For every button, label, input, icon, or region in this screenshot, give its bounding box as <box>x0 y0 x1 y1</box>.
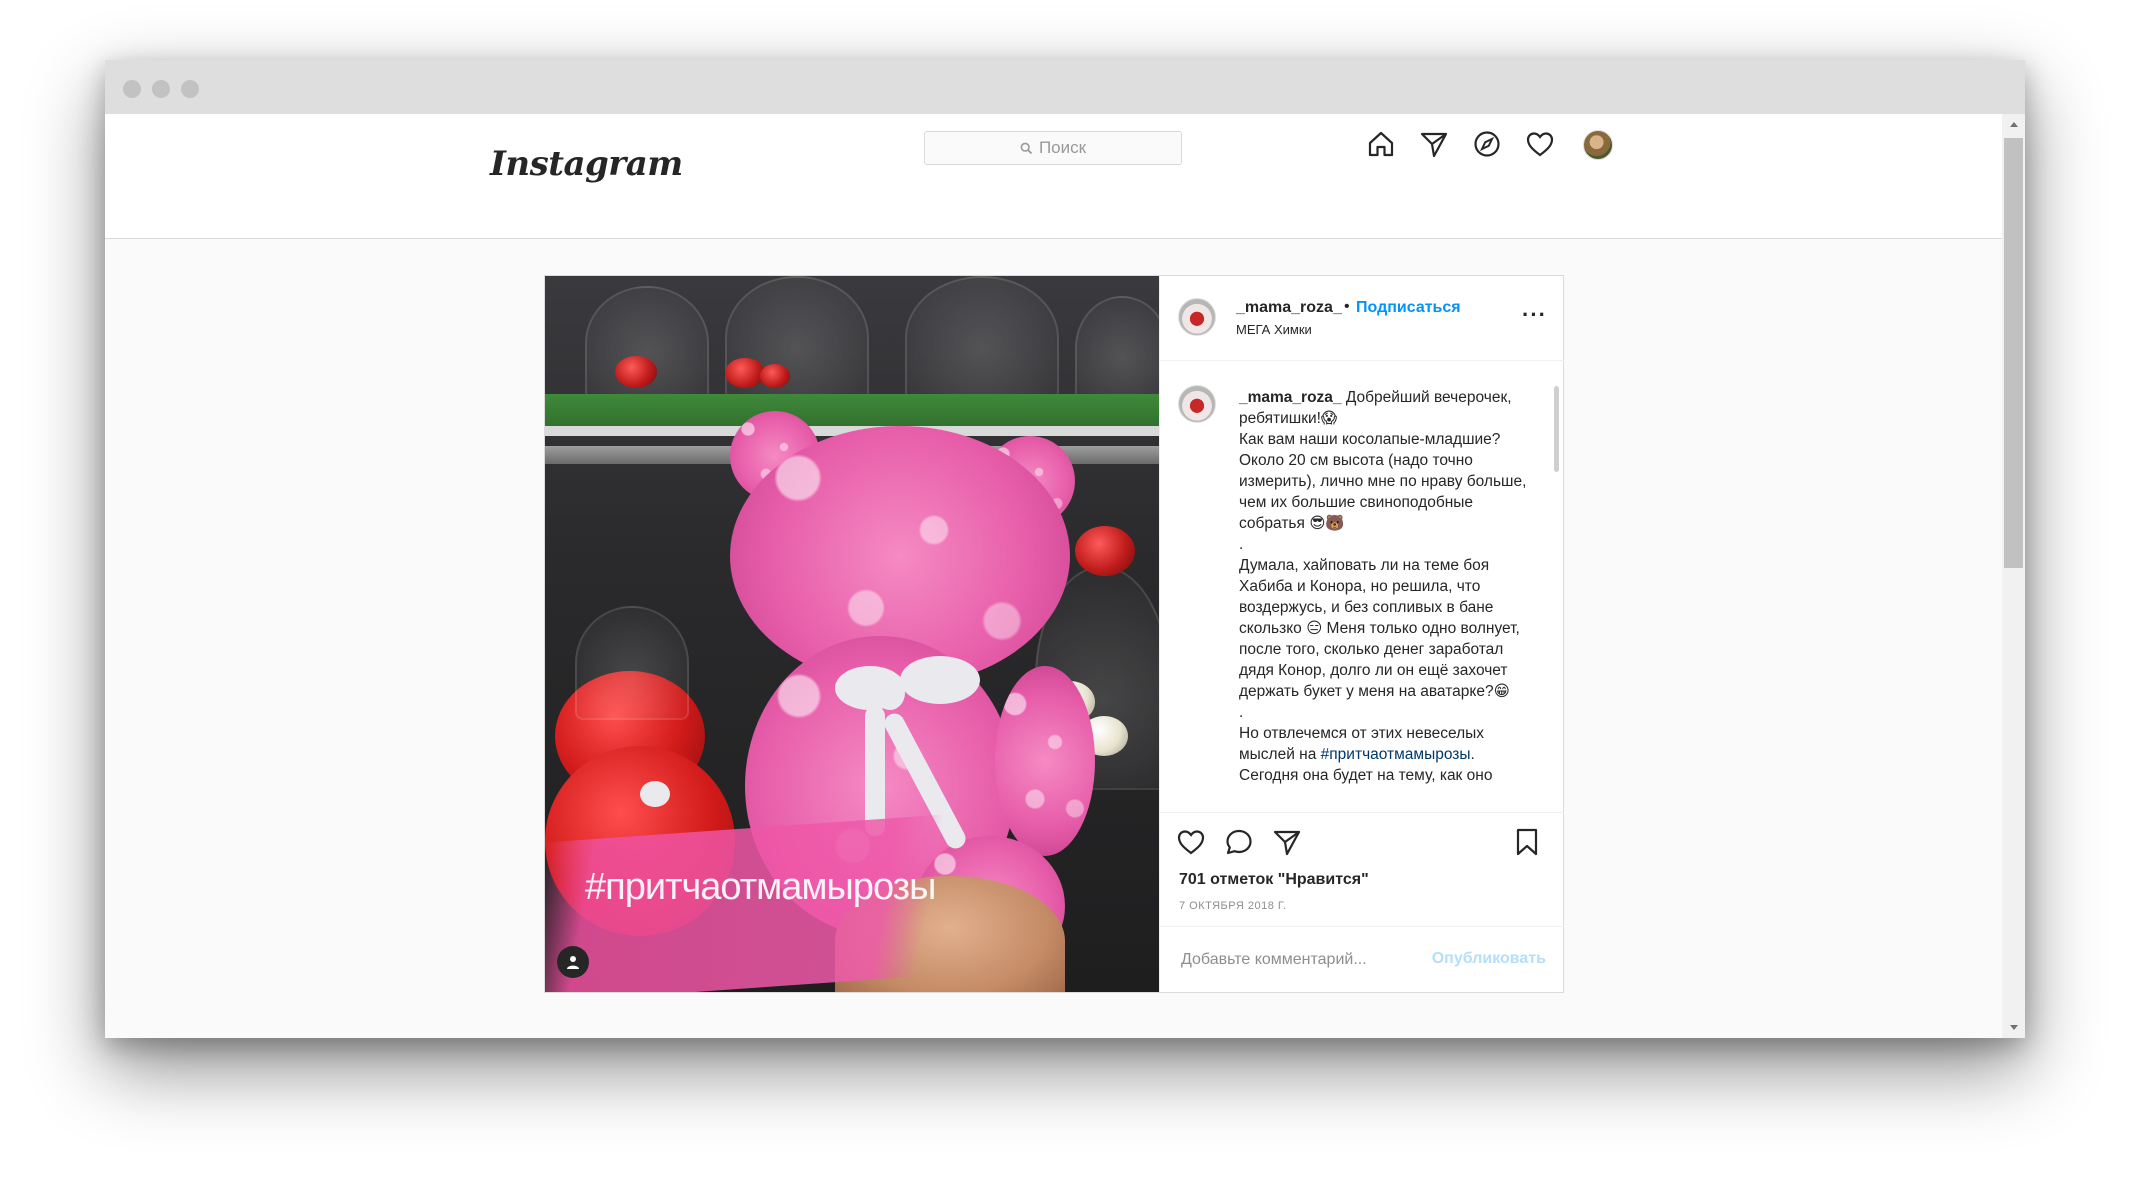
instagram-logo[interactable]: Instagram <box>490 144 683 184</box>
glass-dome <box>1075 296 1159 400</box>
red-rose <box>760 364 790 388</box>
like-heart-icon[interactable] <box>1174 825 1208 859</box>
caption-author-avatar[interactable] <box>1178 385 1216 423</box>
scroll-down-arrow-icon[interactable] <box>2002 1018 2025 1038</box>
top-navbar: Instagram Поиск <box>105 114 2002 239</box>
image-hashtag-overlay: #притчаотмамырозы <box>585 866 936 908</box>
caption-hashtag-link[interactable]: #притчаотмамырозы <box>1321 746 1471 763</box>
scroll-up-arrow-icon[interactable] <box>2002 114 2025 134</box>
page-viewport: Instagram Поиск #притчаотмамырозы _mama_… <box>105 114 2002 1038</box>
post-photo[interactable]: #притчаотмамырозы <box>545 276 1159 992</box>
pink-bear-ribbon <box>875 676 905 710</box>
post-header: _mama_roza_ • Подписаться МЕГА Химки ··· <box>1160 276 1564 361</box>
maximize-window-button[interactable] <box>181 80 199 98</box>
search-icon <box>1020 142 1033 155</box>
search-placeholder: Поиск <box>1038 138 1087 157</box>
comment-bubble-icon[interactable] <box>1222 825 1256 859</box>
caption-dot-1: . <box>1239 536 1244 553</box>
header-separator: • <box>1344 298 1350 315</box>
author-username[interactable]: _mama_roza_ <box>1236 299 1342 317</box>
more-options-icon[interactable]: ··· <box>1522 302 1547 328</box>
page-scrollbar[interactable] <box>2002 114 2025 1038</box>
caption-line-4-end: . <box>1470 746 1475 763</box>
comment-form: Опубликовать <box>1160 926 1564 993</box>
caption-username[interactable]: _mama_roza_ <box>1239 389 1342 406</box>
red-bear-ribbon <box>640 781 670 807</box>
activity-heart-icon[interactable] <box>1524 128 1556 160</box>
pink-bear-ribbon-tail <box>865 706 885 836</box>
browser-window: Instagram Поиск #притчаотмамырозы _mama_… <box>105 60 2025 1038</box>
caption-line-2: Как вам наши косолапые-младшие? Около 20… <box>1239 431 1527 532</box>
post-card: #притчаотмамырозы _mama_roza_ • Подписат… <box>544 275 1564 993</box>
post-caption: _mama_roza_ Добрейший вечерочек, ребятиш… <box>1239 387 1531 786</box>
likes-count[interactable]: 701 отметок "Нравится" <box>1179 871 1369 889</box>
publish-button[interactable]: Опубликовать <box>1432 950 1546 968</box>
caption-line-5: Сегодня она будет на тему, как оно <box>1239 767 1493 784</box>
caption-line-3: Думала, хайповать ли на теме боя Хабиба … <box>1239 557 1520 700</box>
post-actions: 701 отметок "Нравится" 7 ОКТЯБРЯ 2018 Г. <box>1160 812 1564 921</box>
explore-icon[interactable] <box>1471 128 1503 160</box>
profile-avatar[interactable] <box>1583 130 1613 160</box>
direct-icon[interactable] <box>1418 128 1450 160</box>
author-avatar[interactable] <box>1178 298 1216 336</box>
caption-dot-2: . <box>1239 704 1244 721</box>
comment-input[interactable] <box>1179 945 1433 975</box>
close-window-button[interactable] <box>123 80 141 98</box>
pink-bear-ribbon <box>900 656 980 704</box>
red-rose <box>615 356 657 388</box>
share-direct-icon[interactable] <box>1270 825 1304 859</box>
red-rose <box>725 358 765 388</box>
glass-dome <box>575 606 689 720</box>
caption-scrollbar[interactable] <box>1554 386 1559 472</box>
home-icon[interactable] <box>1365 128 1397 160</box>
tagged-user-icon[interactable] <box>557 946 589 978</box>
post-sidebar: _mama_roza_ • Подписаться МЕГА Химки ···… <box>1159 276 1564 992</box>
window-titlebar <box>105 60 2025 114</box>
scrollbar-thumb[interactable] <box>2004 138 2023 568</box>
follow-button[interactable]: Подписаться <box>1356 299 1461 317</box>
post-location[interactable]: МЕГА Химки <box>1236 322 1312 337</box>
post-date[interactable]: 7 ОКТЯБРЯ 2018 Г. <box>1179 900 1287 912</box>
glass-dome <box>905 276 1059 400</box>
save-bookmark-icon[interactable] <box>1510 825 1544 859</box>
red-rose <box>1075 526 1135 576</box>
caption-scroll-area[interactable]: _mama_roza_ Добрейший вечерочек, ребятиш… <box>1160 361 1552 811</box>
search-box[interactable]: Поиск <box>924 131 1182 165</box>
minimize-window-button[interactable] <box>152 80 170 98</box>
